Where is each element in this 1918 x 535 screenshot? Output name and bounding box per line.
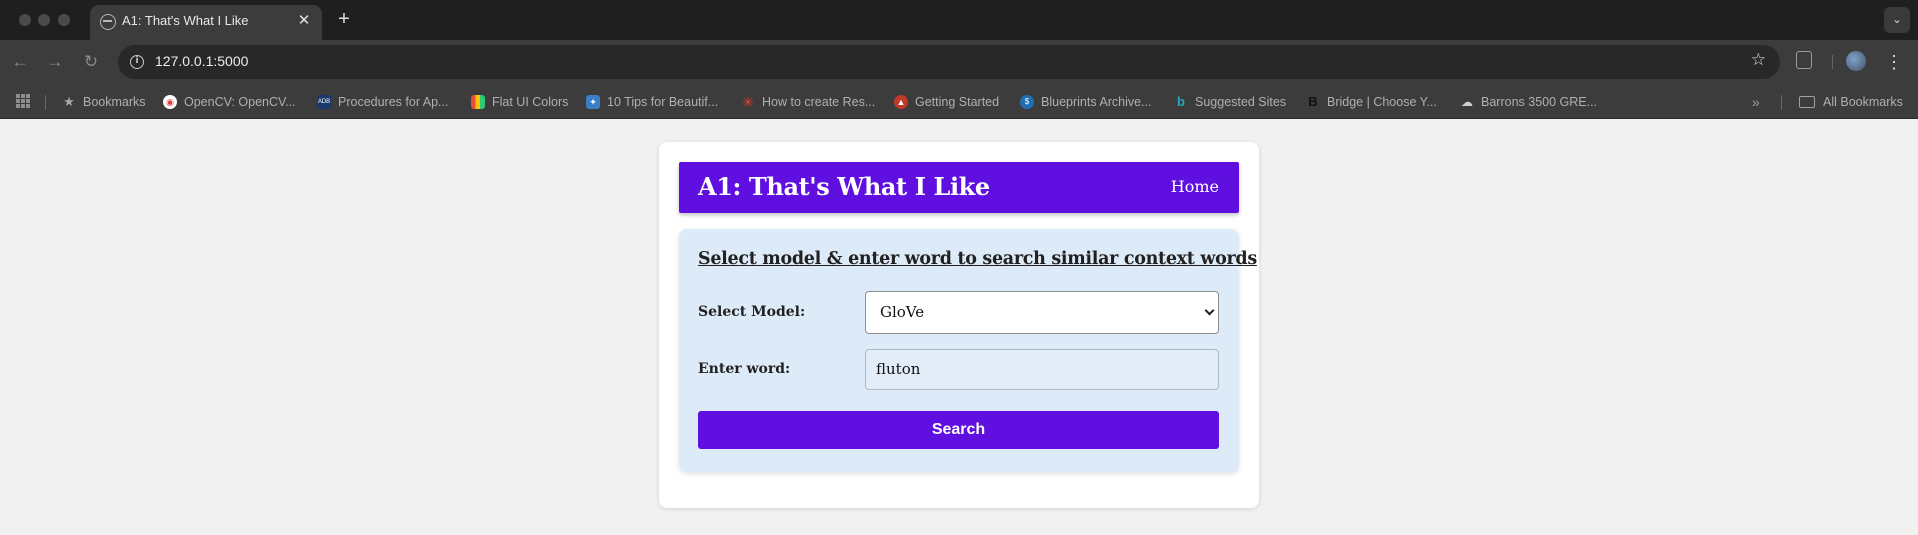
bing-icon: b <box>1177 94 1185 109</box>
bookmark-item-getting-started[interactable]: ▲ Getting Started <box>894 91 999 113</box>
chevron-down-icon <box>1204 305 1215 316</box>
bookmark-label: Blueprints Archive... <box>1041 95 1152 109</box>
getting-started-icon: ▲ <box>894 95 908 109</box>
bookmark-item-bookmarks[interactable]: ★ Bookmarks <box>62 91 146 113</box>
browser-titlebar: A1: That's What I Like ✕ + ⌄ <box>0 0 1918 40</box>
bookmark-label: Bookmarks <box>83 95 146 109</box>
star-icon: ★ <box>63 94 75 109</box>
model-select[interactable]: GloVe <box>865 291 1219 334</box>
tips-icon: ✦ <box>586 95 600 109</box>
nav-home-link[interactable]: Home <box>1171 177 1219 196</box>
bookmark-star-icon[interactable]: ☆ <box>1751 50 1766 70</box>
more-bookmarks-chevron-icon[interactable]: » <box>1752 91 1760 113</box>
word-input-value: fluton <box>876 360 921 378</box>
browser-toolbar: ← → ↻ i 127.0.0.1:5000 ☆ ⋮ <box>0 40 1918 85</box>
minimize-window-button[interactable] <box>38 14 50 26</box>
bookmark-label: Getting Started <box>915 95 1000 109</box>
bookmarks-divider <box>1781 95 1782 110</box>
bookmark-item-blueprints[interactable]: $ Blueprints Archive... <box>1020 91 1151 113</box>
bookmark-label: Procedures for Ap... <box>338 95 449 109</box>
tab-title: A1: That's What I Like <box>122 13 249 28</box>
all-bookmarks-label: All Bookmarks <box>1823 95 1903 109</box>
form-heading: Select model & enter word to search simi… <box>698 249 1257 269</box>
toolbar-divider <box>1832 55 1833 69</box>
blueprints-icon: $ <box>1020 95 1034 109</box>
bookmark-label: How to create Res... <box>762 95 876 109</box>
word-input[interactable]: fluton <box>865 349 1219 390</box>
bookmarks-divider <box>45 95 46 110</box>
bookmark-label: Barrons 3500 GRE... <box>1481 95 1598 109</box>
bookmark-item-opencv[interactable]: ◉ OpenCV: OpenCV... <box>163 91 296 113</box>
bookmark-label: 10 Tips for Beautif... <box>607 95 719 109</box>
bookmarks-bar: ★ Bookmarks ◉ OpenCV: OpenCV... ADB Proc… <box>0 85 1918 119</box>
bookmark-label: OpenCV: OpenCV... <box>184 95 296 109</box>
browser-tab-active[interactable]: A1: That's What I Like ✕ <box>90 5 322 40</box>
bookmark-item-suggested-sites[interactable]: b Suggested Sites <box>1174 91 1286 113</box>
bookmark-label: Flat UI Colors <box>492 95 569 109</box>
bookmark-item-procedures[interactable]: ADB Procedures for Ap... <box>317 91 448 113</box>
opencv-icon: ◉ <box>163 95 177 109</box>
url-text[interactable]: 127.0.0.1:5000 <box>155 53 248 69</box>
page-title: A1: That's What I Like <box>698 172 990 201</box>
bookmark-item-how-to-create[interactable]: ✳ How to create Res... <box>741 91 875 113</box>
reload-icon[interactable]: ↻ <box>78 49 104 75</box>
tab-close-icon[interactable]: ✕ <box>294 11 314 31</box>
extensions-puzzle-icon[interactable] <box>1796 51 1812 69</box>
tab-search-chevron-icon[interactable]: ⌄ <box>1884 7 1910 33</box>
folder-icon <box>1799 96 1815 108</box>
model-select-value: GloVe <box>880 303 925 321</box>
bookmark-item-bridge[interactable]: B Bridge | Choose Y... <box>1306 91 1437 113</box>
more-menu-icon[interactable]: ⋮ <box>1885 49 1903 75</box>
site-info-icon[interactable]: i <box>130 55 144 69</box>
close-window-button[interactable] <box>19 14 31 26</box>
bookmark-item-10-tips[interactable]: ✦ 10 Tips for Beautif... <box>586 91 718 113</box>
forward-arrow-icon[interactable]: → <box>42 49 68 75</box>
back-arrow-icon[interactable]: ← <box>7 49 33 75</box>
bookmark-label: Bridge | Choose Y... <box>1327 95 1437 109</box>
globe-icon <box>100 14 116 30</box>
adb-icon: ADB <box>317 95 331 109</box>
search-button[interactable]: Search <box>698 411 1219 449</box>
model-label: Select Model: <box>698 304 806 320</box>
new-tab-plus-icon[interactable]: + <box>332 8 356 32</box>
app-header: A1: That's What I Like Home <box>679 162 1239 213</box>
flat-ui-icon <box>471 95 485 109</box>
apps-grid-icon[interactable] <box>16 94 30 108</box>
bookmark-label: Suggested Sites <box>1195 95 1287 109</box>
word-label: Enter word: <box>698 361 791 377</box>
all-bookmarks-button[interactable]: All Bookmarks <box>1799 91 1903 113</box>
main-card: A1: That's What I Like Home Select model… <box>659 142 1259 508</box>
bookmark-item-barrons[interactable]: ☁ Barrons 3500 GRE... <box>1460 91 1597 113</box>
search-form-panel: Select model & enter word to search simi… <box>679 229 1257 472</box>
maximize-window-button[interactable] <box>58 14 70 26</box>
address-bar[interactable]: i 127.0.0.1:5000 ☆ <box>118 45 1780 79</box>
profile-avatar-icon[interactable] <box>1846 51 1866 71</box>
bridge-icon: B <box>1308 94 1318 109</box>
asterisk-icon: ✳ <box>742 94 754 110</box>
cloud-icon: ☁ <box>1461 95 1473 109</box>
bookmark-item-flat-ui-colors[interactable]: Flat UI Colors <box>471 91 568 113</box>
